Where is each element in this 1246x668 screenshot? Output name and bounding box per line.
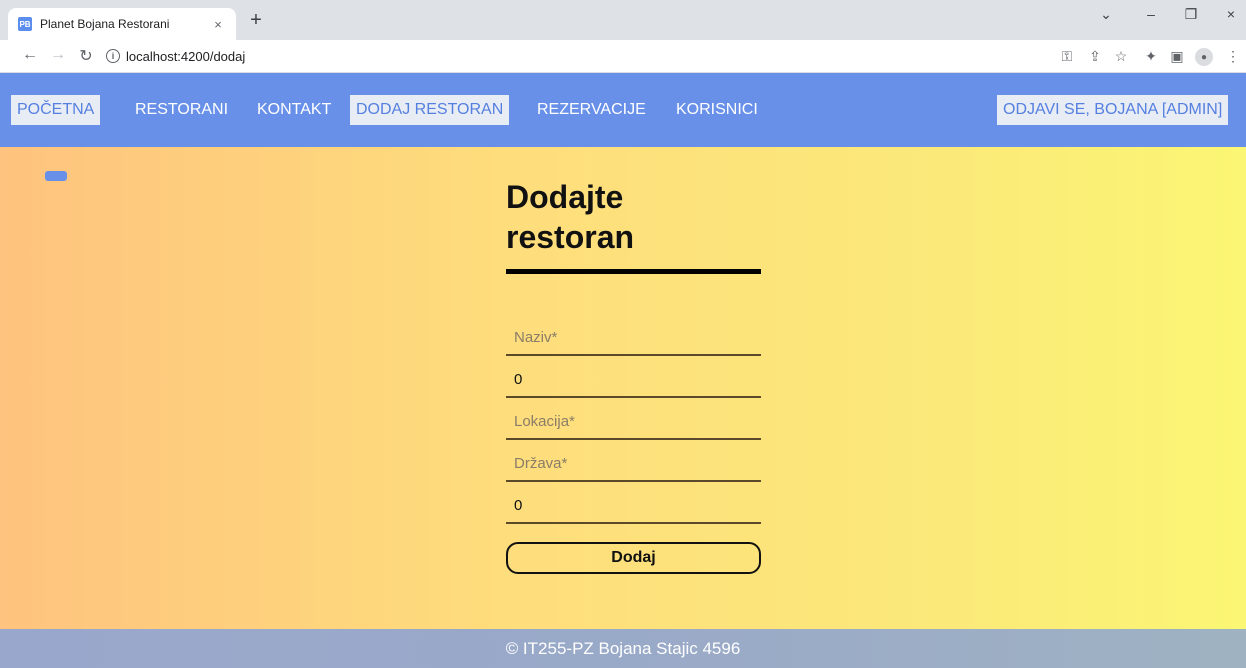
dodaj-button[interactable]: Dodaj xyxy=(506,542,761,574)
profile-icon[interactable]: ● xyxy=(1195,48,1213,66)
browser-toolbar: ← → ↻ i localhost:4200/dodaj ⚿ ⇪ ☆ ✦ ▣ ●… xyxy=(0,40,1246,73)
nav-item-restorani[interactable]: RESTORANI xyxy=(129,95,234,125)
reload-icon[interactable]: ↻ xyxy=(76,46,96,66)
tab-search-icon[interactable]: ⌄ xyxy=(1091,6,1121,23)
close-window-button[interactable]: × xyxy=(1216,6,1246,22)
close-tab-icon[interactable]: × xyxy=(210,17,226,32)
drzava-field[interactable]: Država* xyxy=(506,440,761,482)
footer-text: © IT255-PZ Bojana Stajic 4596 xyxy=(505,638,741,658)
nav-item-rezervacije[interactable]: REZERVACIJE xyxy=(531,95,652,125)
number-field-2[interactable]: 0 xyxy=(506,482,761,524)
forward-arrow-icon[interactable]: → xyxy=(48,46,68,64)
title-line-1: Dodajte xyxy=(506,179,624,215)
address-bar[interactable]: i localhost:4200/dodaj xyxy=(106,44,1026,68)
lokacija-field[interactable]: Lokacija* xyxy=(506,398,761,440)
key-icon[interactable]: ⚿ xyxy=(1058,48,1076,65)
restore-button[interactable]: ❐ xyxy=(1176,6,1206,23)
favicon-icon: PB xyxy=(18,17,32,31)
title-underline xyxy=(506,269,761,274)
star-icon[interactable]: ☆ xyxy=(1112,48,1130,65)
logout-button[interactable]: ODJAVI SE, BOJANA [ADMIN] xyxy=(997,95,1229,125)
extensions-icon[interactable]: ✦ xyxy=(1142,48,1160,65)
url-text: localhost:4200/dodaj xyxy=(126,48,246,64)
nav-item-kontakt[interactable]: KONTAKT xyxy=(251,95,337,125)
nav-item-korisnici[interactable]: KORISNICI xyxy=(670,95,764,125)
browser-tab-strip: PB Planet Bojana Restorani × + ⌄ – ❐ × xyxy=(0,0,1246,40)
add-restaurant-form: Dodajte restoran Naziv* 0 Lokacija* Drža… xyxy=(506,177,761,574)
small-toggle-button[interactable] xyxy=(45,171,67,181)
number-field-1[interactable]: 0 xyxy=(506,356,761,398)
sidepanel-icon[interactable]: ▣ xyxy=(1168,48,1186,65)
lokacija-placeholder: Lokacija* xyxy=(514,413,575,430)
main-content: Dodajte restoran Naziv* 0 Lokacija* Drža… xyxy=(0,147,1246,629)
browser-tab[interactable]: PB Planet Bojana Restorani × xyxy=(8,8,236,40)
nav-item-dodaj-restoran[interactable]: DODAJ RESTORAN xyxy=(350,95,510,125)
title-line-2: restoran xyxy=(506,219,635,255)
nav-item-pocetna[interactable]: POČETNA xyxy=(11,95,101,125)
number-field-1-value: 0 xyxy=(514,371,523,388)
drzava-placeholder: Država* xyxy=(514,455,568,472)
site-info-icon[interactable]: i xyxy=(106,49,120,63)
share-icon[interactable]: ⇪ xyxy=(1086,48,1104,65)
new-tab-button[interactable]: + xyxy=(244,9,268,33)
menu-dots-icon[interactable]: ⋮ xyxy=(1224,48,1242,65)
number-field-2-value: 0 xyxy=(514,497,523,514)
footer: © IT255-PZ Bojana Stajic 4596 xyxy=(0,629,1246,668)
naziv-field[interactable]: Naziv* xyxy=(506,314,761,356)
naziv-placeholder: Naziv* xyxy=(514,329,558,346)
back-arrow-icon[interactable]: ← xyxy=(20,46,40,64)
app-navbar: POČETNA RESTORANI KONTAKT DODAJ RESTORAN… xyxy=(0,73,1246,147)
minimize-button[interactable]: – xyxy=(1136,6,1166,22)
tab-title: Planet Bojana Restorani xyxy=(40,17,170,31)
page-title: Dodajte restoran xyxy=(506,177,761,257)
